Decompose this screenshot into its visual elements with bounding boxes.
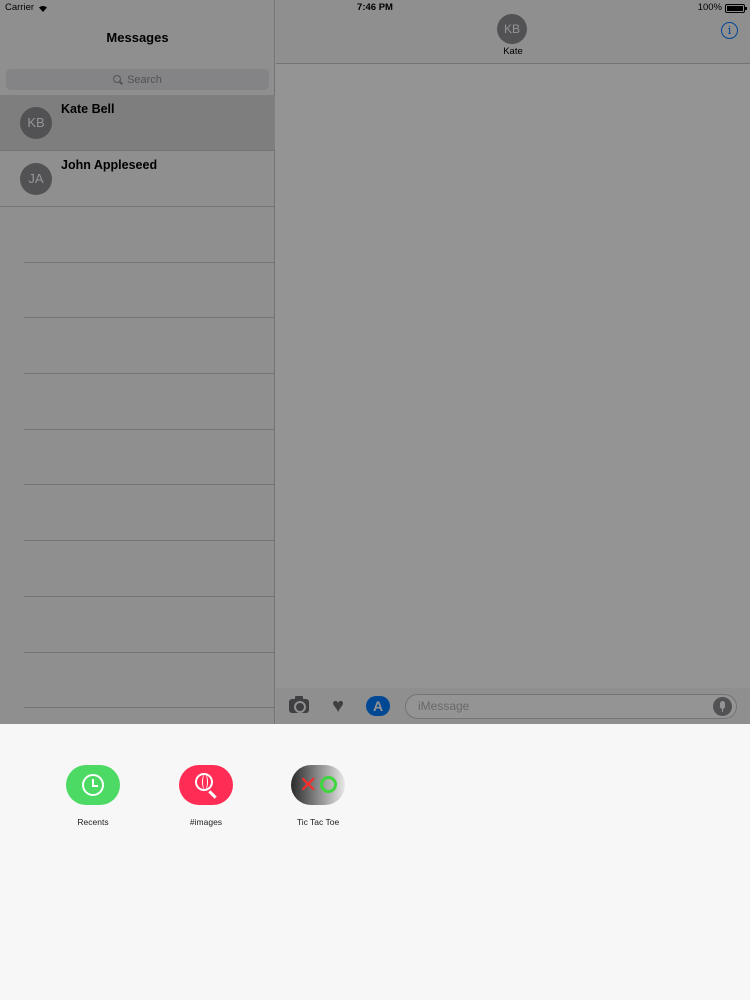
app-label: Tic Tac Toe [296, 817, 340, 827]
globe-search-icon [195, 773, 213, 791]
app-label: Recents [77, 817, 109, 827]
tic-tac-toe-app-icon[interactable]: ✕ [291, 765, 345, 805]
app-recents[interactable]: Recents [53, 765, 133, 827]
o-mark-icon [320, 776, 337, 793]
app-tic-tac-toe[interactable]: ✕ Tic Tac Toe [278, 765, 358, 827]
messages-app: Messages Search KB Kate Bell JA John App… [0, 0, 750, 724]
images-app-icon[interactable] [179, 765, 233, 805]
clock-icon [82, 774, 104, 796]
app-images[interactable]: #images [166, 765, 246, 827]
x-mark-icon: ✕ [299, 772, 318, 797]
app-drawer: Recents #images ✕ Tic Tac Toe [0, 724, 750, 1000]
recents-app-icon[interactable] [66, 765, 120, 805]
app-label: #images [189, 817, 223, 827]
dim-overlay[interactable] [0, 0, 750, 724]
